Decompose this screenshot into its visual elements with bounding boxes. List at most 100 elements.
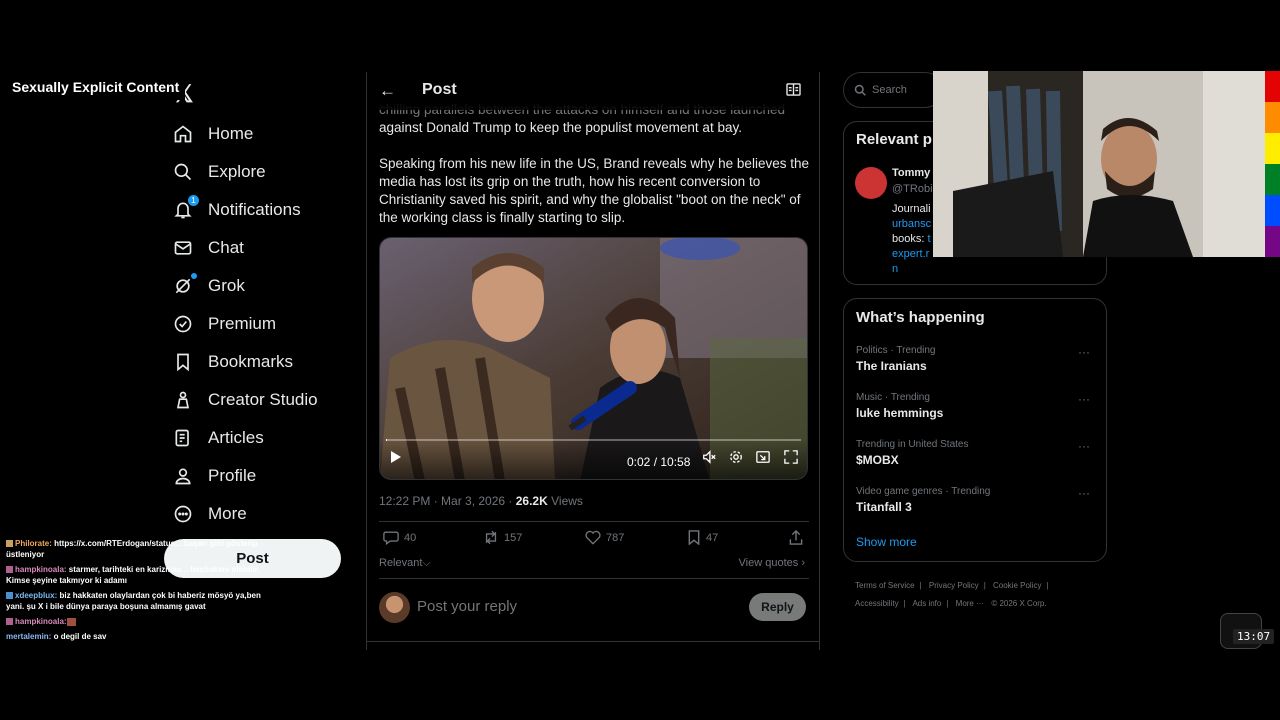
nav-item-grok[interactable]: Grok	[172, 267, 245, 305]
more-options-icon[interactable]: ···	[1078, 345, 1090, 359]
bookmark-action[interactable]: 47	[687, 530, 718, 545]
footer-link-terms[interactable]: Terms of Service	[855, 581, 915, 590]
repost-action[interactable]: 157	[483, 530, 522, 545]
trend-item[interactable]: Music · Trending luke hemmings ···	[856, 392, 1096, 420]
footer-link-accessibility[interactable]: Accessibility	[855, 599, 899, 608]
settings-gear-icon[interactable]	[729, 450, 743, 469]
nav-item-bookmarks[interactable]: Bookmarks	[172, 343, 293, 381]
reply-count: 40	[404, 531, 417, 544]
trend-name: luke hemmings	[856, 406, 944, 420]
back-arrow-icon[interactable]: ←	[379, 81, 396, 101]
bio-link[interactable]: urbansc	[892, 217, 931, 232]
reply-sort-dropdown[interactable]: Relevant⌵	[379, 557, 431, 570]
reader-mode-icon[interactable]	[786, 83, 801, 101]
picture-in-picture-icon[interactable]	[756, 450, 770, 469]
chat-emote-icon	[66, 617, 76, 626]
trend-item[interactable]: Video game genres · Trending Titanfall 3…	[856, 486, 1096, 514]
home-icon	[172, 123, 194, 145]
footer-link-cookies[interactable]: Cookie Policy	[993, 581, 1041, 590]
creator-studio-icon	[172, 389, 194, 411]
footer-link-privacy[interactable]: Privacy Policy	[929, 581, 979, 590]
chat-username: Philorate:	[15, 539, 52, 548]
grok-dot-indicator	[191, 273, 197, 279]
trend-category: Video game genres · Trending	[856, 486, 991, 497]
trend-item[interactable]: Politics · Trending The Iranians ···	[856, 345, 1096, 373]
footer-link-more[interactable]: More ···	[956, 599, 984, 608]
footer-separator: |	[903, 599, 906, 608]
post-actions: 40 157 787 47	[379, 530, 809, 550]
bell-icon: 1	[172, 195, 199, 221]
play-icon[interactable]	[390, 450, 402, 469]
whats-happening-panel: What’s happening Politics · Trending The…	[843, 298, 1107, 562]
chat-user-badge-icon	[6, 566, 13, 574]
more-icon	[172, 503, 194, 525]
show-more-link[interactable]: Show more	[856, 535, 917, 549]
search-box[interactable]: Search	[843, 72, 943, 108]
nav-item-premium[interactable]: Premium	[172, 305, 276, 343]
reply-sort-label: Relevant	[379, 557, 423, 569]
fullscreen-icon[interactable]	[784, 450, 798, 469]
grok-icon	[172, 273, 197, 297]
bookmark-icon	[688, 530, 700, 545]
nav-item-creator-studio[interactable]: Creator Studio	[172, 381, 318, 419]
chevron-right-icon: ›	[801, 557, 805, 569]
chat-username: mertalemin:	[6, 632, 52, 641]
profile-handle: @TRobi	[892, 183, 933, 195]
profile-name[interactable]: Tommy	[892, 167, 930, 179]
trend-category: Music · Trending	[856, 392, 930, 403]
chat-message: hampkinoala:	[6, 616, 276, 627]
trend-name: The Iranians	[856, 359, 927, 373]
notification-badge: 1	[188, 195, 199, 206]
reply-input[interactable]	[417, 598, 717, 615]
view-quotes-link[interactable]: View quotes ›	[739, 557, 805, 569]
share-action[interactable]	[789, 530, 808, 545]
chevron-down-icon: ⌵	[422, 557, 431, 569]
chat-message: hampkinoala: starmer, tarihteki en kariz…	[6, 564, 276, 586]
bio-link[interactable]: t	[927, 233, 930, 245]
nav-label-creator-studio: Creator Studio	[208, 390, 318, 409]
bio-link[interactable]: expert.r	[892, 247, 931, 262]
more-options-icon[interactable]: ···	[1078, 486, 1090, 500]
nav-label-chat: Chat	[208, 238, 244, 257]
search-icon	[854, 84, 866, 96]
mute-icon[interactable]	[702, 450, 716, 469]
copyright: © 2026 X Corp.	[991, 599, 1047, 608]
trend-item[interactable]: Trending in United States $MOBX ···	[856, 439, 1096, 467]
chat-message: Philorate: https://x.com/RTErdogan/statu…	[6, 538, 276, 560]
share-icon	[789, 530, 803, 545]
like-action[interactable]: 787	[585, 530, 624, 545]
nav-item-notifications[interactable]: 1 Notifications	[172, 191, 301, 229]
bio-text: Journali	[892, 203, 931, 215]
panel-title: Relevant p	[856, 131, 932, 148]
footer-link-ads-info[interactable]: Ads info	[912, 599, 941, 608]
bio-link[interactable]: n	[892, 262, 931, 277]
reply-action[interactable]: 40	[383, 530, 416, 545]
more-options-icon[interactable]: ···	[1078, 392, 1090, 406]
view-quotes-label: View quotes	[738, 557, 799, 569]
reply-button[interactable]: Reply	[749, 593, 806, 621]
reply-icon	[383, 531, 399, 545]
nav-item-home[interactable]: Home	[172, 115, 253, 153]
chat-message: mertalemin: o degil de sav	[6, 631, 276, 642]
nav-label-explore: Explore	[208, 162, 266, 181]
nav-item-articles[interactable]: Articles	[172, 419, 264, 457]
nav-item-profile[interactable]: Profile	[172, 457, 256, 495]
search-icon	[172, 161, 194, 183]
nav-label-articles: Articles	[208, 428, 264, 447]
post-meta: 12:22 PM · Mar 3, 2026 · 26.2K Views	[379, 494, 583, 508]
nav-item-more[interactable]: More	[172, 495, 247, 533]
nav-label-more: More	[208, 504, 247, 523]
more-options-icon[interactable]: ···	[1078, 439, 1090, 453]
nav-label-profile: Profile	[208, 466, 257, 485]
post-timestamp[interactable]: 12:22 PM · Mar 3, 2026 ·	[379, 494, 512, 508]
divider	[367, 641, 819, 642]
search-placeholder: Search	[872, 84, 907, 96]
footer-separator: |	[946, 599, 949, 608]
nav-item-chat[interactable]: Chat	[172, 229, 244, 267]
avatar[interactable]	[855, 167, 887, 199]
video-player[interactable]: 0:02 / 10:58	[379, 237, 808, 480]
bio-text: books:	[892, 233, 928, 245]
bookmark-icon	[172, 351, 194, 373]
trend-name: $MOBX	[856, 453, 899, 467]
nav-item-explore[interactable]: Explore	[172, 153, 266, 191]
